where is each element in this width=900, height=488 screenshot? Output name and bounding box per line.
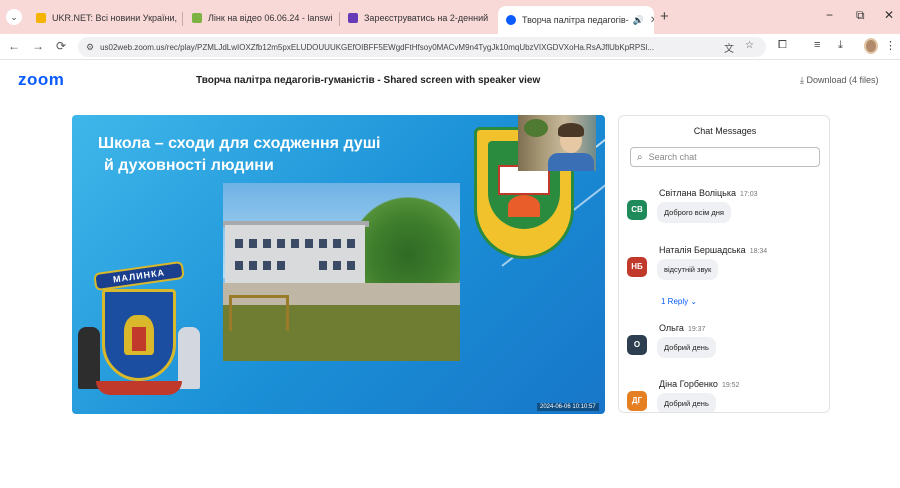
tab-label: Творча палітра педагогів- [522,15,629,25]
address-bar[interactable]: ⚙ us02web.zoom.us/rec/play/PZMLJdLwIOXZf… [78,37,766,57]
tab-strip: ⌄ UKR.NET: Всі новини України, ✕ Лінк на… [0,0,900,34]
site-info-icon[interactable]: ⚙ [86,42,94,53]
minimize-icon[interactable]: − [826,8,833,22]
download-icon[interactable]: ⤓ [838,39,843,52]
back-icon[interactable]: ← [8,39,20,53]
tab-video-link[interactable]: Лінк на відео 06.06.24 - lanswi ✕ [184,6,336,30]
close-icon[interactable]: ✕ [332,13,336,24]
chevron-down-icon: ⌄ [690,297,698,306]
video-timestamp: 2024-06-06 10:10:57 [537,403,599,411]
zoom-logo[interactable]: zoom [18,70,64,90]
address-url: us02web.zoom.us/rec/play/PZMLJdLwIOXZfb1… [100,42,655,52]
avatar: О [627,335,647,355]
tab-register[interactable]: Зареєструватись на 2-денний ✕ [340,6,492,30]
close-icon[interactable]: ✕ [644,15,654,26]
reload-icon[interactable]: ⟳ [56,39,66,53]
slide-title: Школа – сходи для сходження душі й духов… [98,133,380,177]
close-icon[interactable]: ✕ [488,13,492,24]
slide-title-line: Школа – сходи для сходження душі [98,135,381,152]
chat-title: Chat Messages [693,126,757,136]
download-arrow-icon: ⤓ [800,75,804,85]
tab-search-icon[interactable]: ⌄ [6,9,22,25]
recording-title: Творча палітра педагогів-гуманістів - Sh… [196,75,541,86]
message-bubble: Добрий день [657,393,716,412]
sender-name: Діна Горбенко [659,379,718,389]
new-tab-button[interactable]: + [660,8,669,25]
tab-label: Лінк на відео 06.06.24 - lanswi [208,13,333,23]
search-icon: ⌕ [637,151,643,163]
message-time: 17:03 [739,191,758,198]
tab-label: Зареєструватись на 2-денний [364,13,489,23]
tab-label: UKR.NET: Всі новини України, [52,13,178,23]
tab-ukrnet[interactable]: UKR.NET: Всі новини України, ✕ [28,6,178,30]
media-icon[interactable]: ≡ [814,39,820,51]
translate-icon[interactable]: 文 [724,40,734,55]
profile-avatar[interactable] [864,38,878,54]
menu-icon[interactable]: ⋮ [885,39,896,52]
sender-name: Наталія Бершадська [659,245,746,255]
speaker-video[interactable] [518,115,596,171]
avatar: ДГ [627,391,647,411]
close-icon[interactable]: ✕ [177,13,178,24]
message-time: 19:37 [687,326,706,333]
message-time: 18:34 [749,248,768,255]
avatar: НБ [627,257,647,277]
chat-search-placeholder: Search chat [648,152,697,162]
zoom-favicon-icon [506,15,516,25]
bookmark-star-icon[interactable]: ☆ [745,40,754,51]
sender-line: Ольга 19:37 [659,323,705,333]
sender-name: Світлана Воліцька [659,188,736,198]
speaker-icon[interactable]: 🔊 [633,15,644,26]
sender-line: Наталія Бершадська 18:34 [659,245,767,255]
slide-title-line: й духовності людини [104,157,274,174]
coat-banner: МАЛИНКА [93,260,185,292]
download-label: Download (4 files) [806,75,879,85]
tab-zoom-active[interactable]: Творча палітра педагогів- 🔊 ✕ [498,6,654,34]
window-close-icon[interactable]: ✕ [884,8,894,22]
sender-name: Ольга [659,323,684,333]
reply-label: 1 Reply [661,297,689,306]
form-favicon-icon [348,13,358,23]
download-button[interactable]: ⤓ Download (4 files) [800,75,879,86]
forward-icon[interactable]: → [32,39,44,53]
avatar: СВ [627,200,647,220]
maximize-icon[interactable]: ⧉ [856,8,865,23]
extensions-icon[interactable]: ⧠ [778,39,787,52]
message-time: 19:52 [721,382,740,389]
sender-line: Діна Горбенко 19:52 [659,379,739,389]
message-bubble: Доброго всім дня [657,202,731,223]
chat-panel: Chat Messages ⌕ Search chat СВ Світлана … [618,115,830,413]
coat-of-arms: МАЛИНКА [76,260,202,407]
chat-search-input[interactable]: ⌕ Search chat [630,147,820,167]
school-photo [223,183,460,361]
ukrnet-favicon-icon [36,13,46,23]
message-bubble: відсутній звук [657,259,719,280]
sender-line: Світлана Воліцька 17:03 [659,188,758,198]
address-bar-row: ← → ⟳ ⚙ us02web.zoom.us/rec/play/PZMLJdL… [0,34,900,60]
reply-link[interactable]: 1 Reply ⌄ [661,297,697,306]
video-link-favicon-icon [192,13,202,23]
message-bubble: Добрий день [657,337,716,358]
